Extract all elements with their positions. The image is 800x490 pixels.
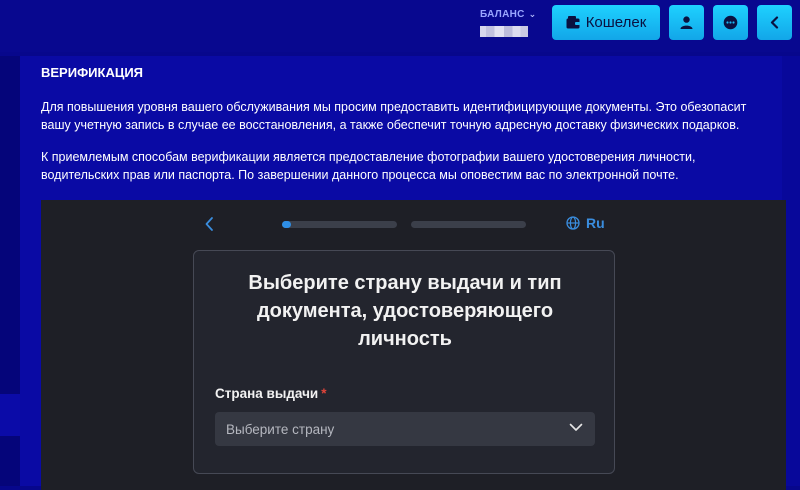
verification-widget: Ru Выберите страну выдачи и тип документ…	[41, 200, 786, 490]
chevron-down-icon	[569, 423, 583, 431]
top-bar: БАЛАНС ⌄ Кошелек	[0, 0, 800, 52]
collapse-sidebar-button[interactable]	[757, 5, 792, 40]
required-marker: *	[321, 386, 327, 401]
user-icon	[680, 16, 693, 29]
language-label: Ru	[586, 215, 605, 231]
chevron-down-icon: ⌄	[528, 9, 537, 19]
balance-value-blurred	[480, 26, 528, 37]
chat-icon	[723, 15, 738, 30]
balance-label: БАЛАНС	[480, 9, 525, 20]
widget-back-button[interactable]	[204, 216, 214, 237]
verification-panel: ВЕРИФИКАЦИЯ Для повышения уровня вашего …	[20, 56, 786, 490]
profile-button[interactable]	[669, 5, 704, 40]
chat-button[interactable]	[713, 5, 748, 40]
balance-dropdown[interactable]: БАЛАНС ⌄	[480, 9, 542, 37]
verification-methods-text: К приемлемым способам верификации являет…	[41, 150, 696, 182]
balance-label-row: БАЛАНС ⌄	[480, 9, 542, 20]
country-field-label: Страна выдачи *	[215, 386, 327, 401]
wallet-button[interactable]: Кошелек	[552, 5, 660, 40]
progress-step-1	[282, 221, 397, 228]
country-select[interactable]: Выберите страну	[215, 412, 595, 446]
progress-step-2	[411, 221, 526, 228]
chevron-left-icon	[205, 217, 213, 231]
document-selection-card: Выберите страну выдачи и тип документа, …	[193, 250, 615, 474]
wallet-button-label: Кошелек	[585, 14, 647, 31]
language-selector[interactable]: Ru	[566, 215, 605, 231]
country-label-text: Страна выдачи	[215, 386, 319, 401]
chevron-left-icon	[770, 16, 779, 29]
wallet-icon	[566, 16, 580, 29]
page-title: ВЕРИФИКАЦИЯ	[41, 65, 144, 80]
verification-intro-text: Для повышения уровня вашего обслуживания…	[41, 100, 747, 132]
country-select-placeholder: Выберите страну	[226, 421, 335, 437]
left-sidebar	[0, 56, 20, 486]
sidebar-section-divider	[0, 394, 20, 436]
globe-icon	[566, 216, 580, 230]
progress-step-1-fill	[282, 221, 292, 228]
card-title: Выберите страну выдачи и тип документа, …	[248, 272, 562, 350]
